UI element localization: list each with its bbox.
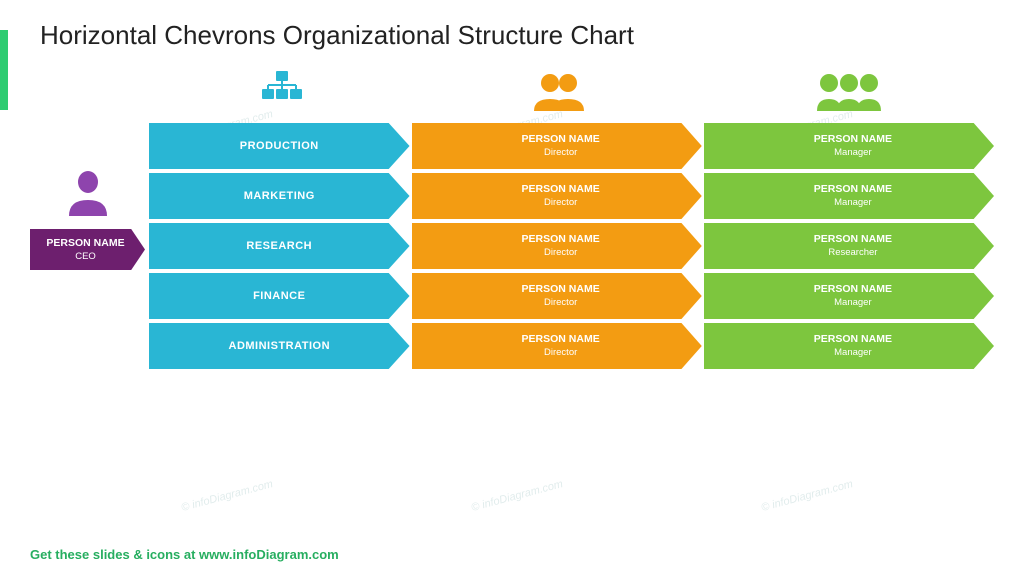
dept-chevron-1: MARKETING	[149, 173, 410, 219]
dept-chevron-3: FINANCE	[149, 273, 410, 319]
mgr-role-2: Researcher	[828, 247, 877, 258]
page: Horizontal Chevrons Organizational Struc…	[0, 0, 1024, 576]
ceo-name: PERSON NAME	[40, 237, 131, 251]
chart-area: PERSON NAME CEO	[30, 69, 994, 369]
dir-role-0: Director	[544, 147, 577, 158]
dir-chevron-4: PERSON NAME Director	[412, 323, 702, 369]
footer-text-after: .com	[308, 547, 338, 562]
dir-name-2: PERSON NAME	[522, 233, 600, 247]
mgr-name-0: PERSON NAME	[814, 133, 892, 147]
dir-name-0: PERSON NAME	[522, 133, 600, 147]
dept-chevron-2: RESEARCH	[149, 223, 410, 269]
mgr-chevron-1: PERSON NAME Manager	[704, 173, 994, 219]
mgr-name-1: PERSON NAME	[814, 183, 892, 197]
mgr-role-4: Manager	[834, 347, 872, 358]
org-row: FINANCE PERSON NAME Director PERSON NAME…	[149, 273, 994, 319]
org-row: RESEARCH PERSON NAME Director PERSON NAM…	[149, 223, 994, 269]
watermark-6: © infoDiagram.com	[760, 478, 854, 514]
mgr-col-icon	[705, 69, 994, 117]
footer-text-before: Get these slides & icons at www.	[30, 547, 233, 562]
dir-col-icon	[416, 69, 705, 117]
mgr-chevron-0: PERSON NAME Manager	[704, 123, 994, 169]
page-title: Horizontal Chevrons Organizational Struc…	[40, 20, 994, 51]
mgr-name-3: PERSON NAME	[814, 283, 892, 297]
dept-chevron-4: ADMINISTRATION	[149, 323, 410, 369]
ceo-icon	[67, 168, 109, 225]
mgr-name-2: PERSON NAME	[814, 233, 892, 247]
dir-chevron-0: PERSON NAME Director	[412, 123, 702, 169]
org-row: MARKETING PERSON NAME Director PERSON NA…	[149, 173, 994, 219]
ceo-block: PERSON NAME CEO	[30, 168, 145, 270]
dept-chevron-0: PRODUCTION	[149, 123, 410, 169]
dir-role-2: Director	[544, 247, 577, 258]
dir-role-3: Director	[544, 297, 577, 308]
dir-role-1: Director	[544, 197, 577, 208]
watermark-4: © infoDiagram.com	[180, 478, 274, 514]
left-accent-bar	[0, 30, 8, 110]
mgr-chevron-3: PERSON NAME Manager	[704, 273, 994, 319]
mgr-name-4: PERSON NAME	[814, 333, 892, 347]
mgr-role-3: Manager	[834, 297, 872, 308]
footer: Get these slides & icons at www.infoDiag…	[30, 547, 339, 562]
watermark-5: © infoDiagram.com	[470, 478, 564, 514]
dir-chevron-1: PERSON NAME Director	[412, 173, 702, 219]
dir-chevron-3: PERSON NAME Director	[412, 273, 702, 319]
ceo-role: CEO	[40, 251, 131, 262]
org-row: PRODUCTION PERSON NAME Director PERSON N…	[149, 123, 994, 169]
footer-brand: infoDiagram	[233, 547, 309, 562]
dir-name-3: PERSON NAME	[522, 283, 600, 297]
dir-name-1: PERSON NAME	[522, 183, 600, 197]
ceo-chevron: PERSON NAME CEO	[30, 229, 145, 270]
dir-chevron-2: PERSON NAME Director	[412, 223, 702, 269]
dir-name-4: PERSON NAME	[522, 333, 600, 347]
mgr-role-0: Manager	[834, 147, 872, 158]
mgr-chevron-4: PERSON NAME Manager	[704, 323, 994, 369]
org-row: ADMINISTRATION PERSON NAME Director PERS…	[149, 323, 994, 369]
dept-col-icon	[149, 69, 416, 117]
mgr-chevron-2: PERSON NAME Researcher	[704, 223, 994, 269]
dir-role-4: Director	[544, 347, 577, 358]
mgr-role-1: Manager	[834, 197, 872, 208]
